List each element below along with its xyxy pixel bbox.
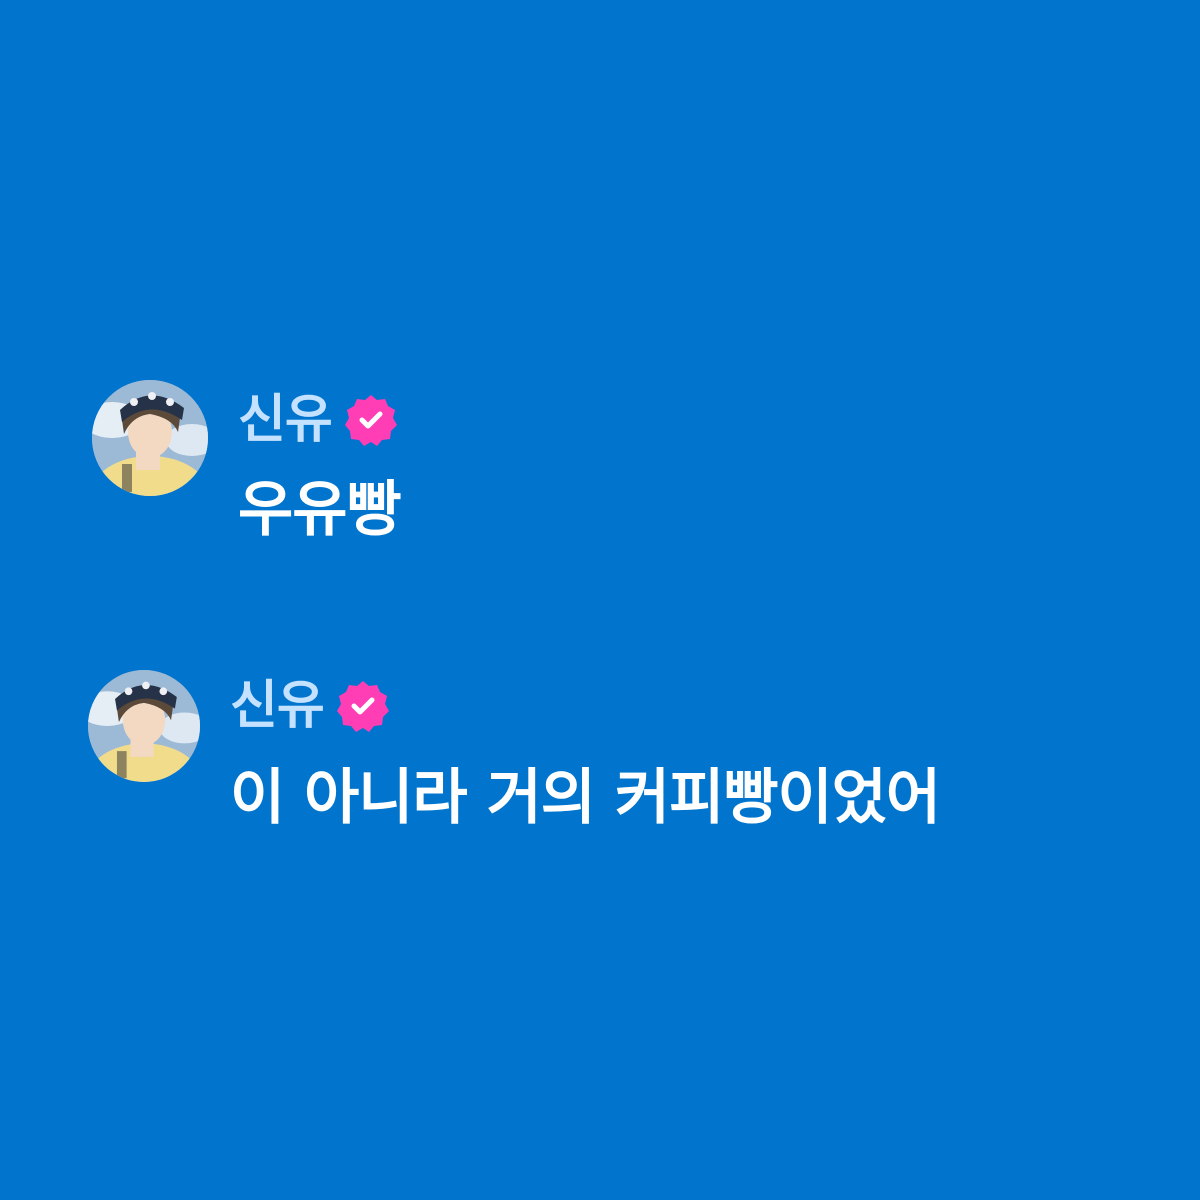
avatar[interactable] bbox=[92, 380, 208, 496]
username[interactable]: 신유 bbox=[238, 388, 333, 452]
avatar[interactable] bbox=[88, 670, 200, 782]
username[interactable]: 신유 bbox=[230, 674, 325, 738]
verified-badge-icon bbox=[336, 681, 389, 732]
avatar-photo bbox=[88, 670, 200, 782]
avatar-photo bbox=[92, 380, 208, 496]
verified-badge-icon bbox=[344, 395, 397, 446]
message-text: 이 아니라 거의 커피빵이었어 bbox=[230, 763, 941, 833]
message-header: 신유 bbox=[230, 674, 390, 738]
message-text: 우유빵 bbox=[238, 475, 402, 545]
message-header: 신유 bbox=[238, 388, 398, 452]
